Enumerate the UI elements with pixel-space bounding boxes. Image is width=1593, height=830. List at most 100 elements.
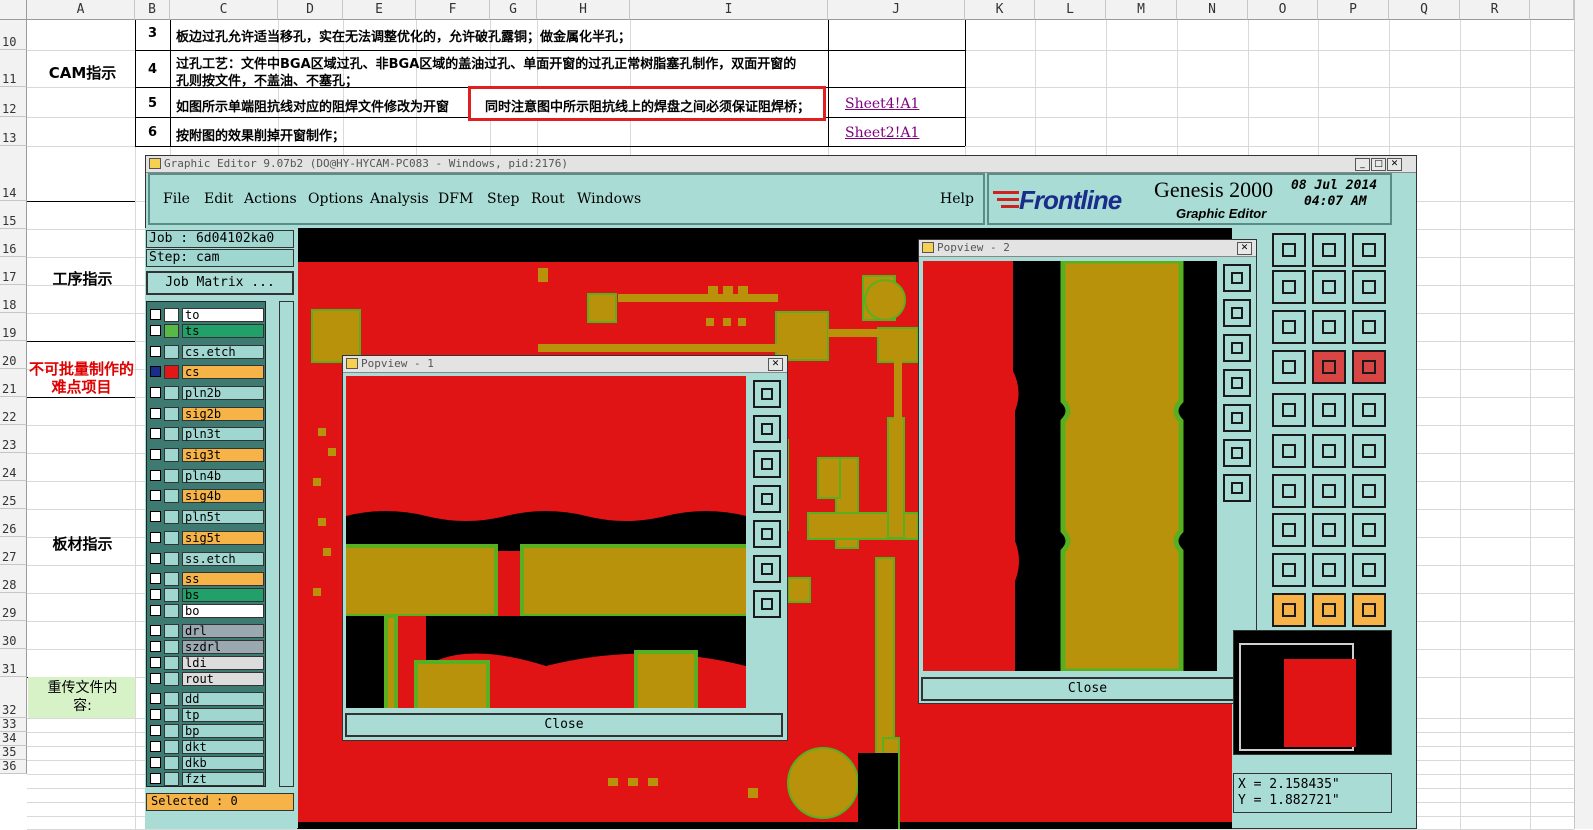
- layer-name[interactable]: fzt: [182, 772, 264, 786]
- layer-name[interactable]: cs: [182, 365, 264, 379]
- layer-row-szdrl[interactable]: szdrl: [150, 640, 264, 654]
- layer-checkbox[interactable]: [150, 657, 161, 668]
- pv1tools-button-1[interactable]: [753, 415, 781, 443]
- grid-icon[interactable]: [1272, 270, 1306, 304]
- layer-row-pln5t[interactable]: pln5t: [150, 510, 264, 524]
- layer-checkbox[interactable]: [150, 532, 161, 543]
- grid2-icon[interactable]: [1272, 393, 1306, 427]
- layer-row-to[interactable]: to: [150, 308, 264, 322]
- row-header-36[interactable]: 36: [0, 759, 27, 774]
- layer-row-pln4b[interactable]: pln4b: [150, 469, 264, 483]
- layer-checkbox[interactable]: [150, 625, 161, 636]
- layer-row-dd[interactable]: dd: [150, 692, 264, 706]
- overview-map[interactable]: [1233, 630, 1392, 755]
- column-header-i[interactable]: I: [630, 0, 828, 20]
- layer-checkbox[interactable]: [150, 673, 161, 684]
- layer-name[interactable]: pln2b: [182, 386, 264, 400]
- layer-color-swatch[interactable]: [164, 552, 179, 566]
- layer-name[interactable]: to: [182, 308, 264, 322]
- layer-checkbox[interactable]: [150, 470, 161, 481]
- column-header-p[interactable]: P: [1318, 0, 1389, 20]
- column-header-a[interactable]: A: [27, 0, 135, 20]
- layer-row-drl[interactable]: drl: [150, 624, 264, 638]
- row-header-34[interactable]: 34: [0, 731, 27, 746]
- layer-name[interactable]: drl: [182, 624, 264, 638]
- layer-checkbox[interactable]: [150, 589, 161, 600]
- popview-1-close-button[interactable]: Close: [345, 713, 783, 737]
- layer-color-swatch[interactable]: [164, 640, 179, 654]
- ruler-icon[interactable]: [1312, 434, 1346, 468]
- layer-checkbox[interactable]: [150, 725, 161, 736]
- layer-color-swatch[interactable]: [164, 531, 179, 545]
- minimize-button[interactable]: _: [1355, 158, 1370, 171]
- layer-checkbox[interactable]: [150, 366, 161, 377]
- layer-color-swatch[interactable]: [164, 407, 179, 421]
- column-header-l[interactable]: L: [1035, 0, 1106, 20]
- row-header-35[interactable]: 35: [0, 745, 27, 760]
- layer-row-cs-etch[interactable]: cs.etch: [150, 345, 264, 359]
- cross-icon[interactable]: [1272, 474, 1306, 508]
- layer-color-swatch[interactable]: [164, 756, 179, 770]
- layer-color-swatch[interactable]: [164, 345, 179, 359]
- row-header-17[interactable]: 17: [0, 257, 27, 285]
- layer-checkbox[interactable]: [150, 325, 161, 336]
- column-header-j[interactable]: J: [828, 0, 965, 20]
- layer-color-swatch[interactable]: [164, 448, 179, 462]
- column-header-r[interactable]: R: [1460, 0, 1530, 20]
- pv1tools-button-2[interactable]: [753, 450, 781, 478]
- arrow3-icon[interactable]: [1352, 593, 1386, 627]
- layer-checkbox[interactable]: [150, 408, 161, 419]
- line3-icon[interactable]: [1272, 513, 1306, 547]
- arc-icon[interactable]: [1312, 513, 1346, 547]
- row-header-16[interactable]: 16: [0, 229, 27, 257]
- pv1tools-button-6[interactable]: [753, 590, 781, 618]
- pv1tools-button-5[interactable]: [753, 555, 781, 583]
- layer-color-swatch[interactable]: [164, 708, 179, 722]
- layer-color-swatch[interactable]: [164, 386, 179, 400]
- layer-color-swatch[interactable]: [164, 427, 179, 441]
- net2-icon[interactable]: [1352, 393, 1386, 427]
- column-header-e[interactable]: E: [343, 0, 416, 20]
- pv1tools-button-0[interactable]: [753, 380, 781, 408]
- layer-color-swatch[interactable]: [164, 489, 179, 503]
- row-header-30[interactable]: 30: [0, 621, 27, 649]
- popview-2-close-button[interactable]: Close: [921, 677, 1254, 701]
- row-header-19[interactable]: 19: [0, 313, 27, 341]
- menu-options[interactable]: Options: [308, 191, 363, 207]
- menu-step[interactable]: Step: [487, 191, 519, 207]
- row-header-22[interactable]: 22: [0, 397, 27, 425]
- pv2tools-button-4[interactable]: [1223, 404, 1251, 432]
- row-header-15[interactable]: 15: [0, 201, 27, 229]
- column-header-m[interactable]: M: [1106, 0, 1177, 20]
- layer-checkbox[interactable]: [150, 641, 161, 652]
- pv2tools-button-5[interactable]: [1223, 439, 1251, 467]
- row-header-20[interactable]: 20: [0, 341, 27, 369]
- column-header-h[interactable]: H: [537, 0, 630, 20]
- row-header-28[interactable]: 28: [0, 565, 27, 593]
- layer-checkbox[interactable]: [150, 511, 161, 522]
- menu-rout[interactable]: Rout: [531, 191, 565, 207]
- pv1tools-button-4[interactable]: [753, 520, 781, 548]
- row-header-32[interactable]: 32: [0, 677, 27, 718]
- layer-checkbox[interactable]: [150, 605, 161, 616]
- line2-icon[interactable]: [1352, 474, 1386, 508]
- layer-name[interactable]: pln4b: [182, 469, 264, 483]
- menu-dfm[interactable]: DFM: [438, 191, 473, 207]
- column-header-g[interactable]: G: [490, 0, 537, 20]
- arrow2-icon[interactable]: [1312, 593, 1346, 627]
- layer-name[interactable]: sig2b: [182, 407, 264, 421]
- layer-name[interactable]: cs.etch: [182, 345, 264, 359]
- layer-row-rout[interactable]: rout: [150, 672, 264, 686]
- vertex-icon[interactable]: [1272, 434, 1306, 468]
- layer-color-swatch[interactable]: [164, 656, 179, 670]
- column-header-q[interactable]: Q: [1389, 0, 1460, 20]
- popview-1-canvas[interactable]: [346, 376, 746, 708]
- layer-row-sig5t[interactable]: sig5t: [150, 531, 264, 545]
- row-header-12[interactable]: 12: [0, 87, 27, 117]
- row-header-24[interactable]: 24: [0, 453, 27, 481]
- back-icon[interactable]: [1312, 270, 1346, 304]
- layer-color-swatch[interactable]: [164, 324, 179, 338]
- column-header-f[interactable]: F: [416, 0, 490, 20]
- point-icon[interactable]: [1352, 434, 1386, 468]
- menu-analysis[interactable]: Analysis: [370, 191, 429, 207]
